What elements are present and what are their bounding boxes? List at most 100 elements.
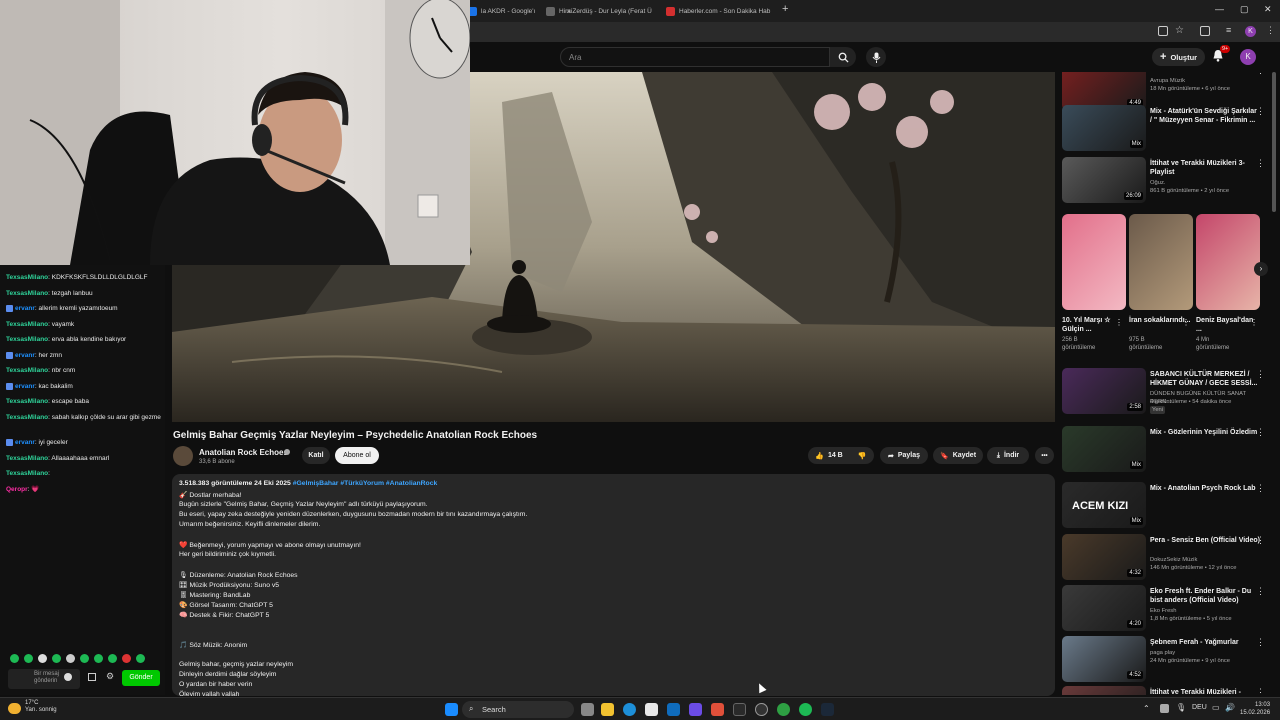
recommended-channel[interactable]: Oğuz. xyxy=(1150,179,1265,187)
chat-username[interactable]: TexsasMilano xyxy=(6,367,48,374)
emote-icon[interactable] xyxy=(80,654,89,663)
more-options-icon[interactable]: ⋮ xyxy=(1256,535,1265,546)
short-thumbnail[interactable] xyxy=(1129,214,1193,310)
more-options-icon[interactable]: ⋮ xyxy=(1256,427,1265,438)
weather-icon[interactable] xyxy=(8,703,21,714)
terminal-icon[interactable] xyxy=(733,703,746,716)
chat-username[interactable]: TexsasMilano xyxy=(6,414,48,421)
recommended-title[interactable]: Mix - Gözlerinin Yeşilini Özledim xyxy=(1150,428,1260,437)
emote-icon[interactable] xyxy=(10,654,19,663)
settings-gear-icon[interactable]: ⚙ xyxy=(106,671,114,682)
chat-username[interactable]: Qeropr xyxy=(6,486,28,493)
page-scrollbar[interactable] xyxy=(1272,72,1276,212)
maximize-icon[interactable]: ▢ xyxy=(1240,4,1249,15)
app-icon[interactable] xyxy=(755,703,768,716)
more-options-icon[interactable]: ⋮ xyxy=(1115,318,1123,327)
mic-tray-icon[interactable]: 🎙 xyxy=(1176,703,1186,712)
more-options-icon[interactable]: ⋮ xyxy=(1256,586,1265,597)
video-thumbnail[interactable] xyxy=(1062,686,1146,695)
discord-icon[interactable] xyxy=(689,703,702,716)
account-avatar[interactable]: K xyxy=(1240,49,1256,65)
search-button[interactable] xyxy=(830,47,856,67)
chat-username[interactable]: TexsasMilano xyxy=(6,274,48,281)
file-explorer-icon[interactable] xyxy=(601,703,614,716)
video-thumbnail[interactable]: 26:09 xyxy=(1062,157,1146,203)
more-options-icon[interactable]: ⋮ xyxy=(1256,483,1265,494)
system-clock[interactable]: 13:03 15.02.2026 xyxy=(1240,701,1270,717)
emote-icon[interactable] xyxy=(38,654,47,663)
channel-name[interactable]: Anatolian Rock Echoes xyxy=(199,448,288,457)
recommended-channel[interactable]: Eko Fresh xyxy=(1150,607,1265,615)
recommended-title[interactable]: Mix - Anatolian Psych Rock Lab xyxy=(1150,484,1260,493)
emote-icon[interactable] xyxy=(122,654,131,663)
recommended-channel[interactable]: DokuzSekiz Müzik xyxy=(1150,556,1265,564)
emoji-picker-icon[interactable] xyxy=(64,673,72,681)
chat-username[interactable]: TexsasMilano xyxy=(6,470,48,477)
emote-icon[interactable] xyxy=(24,654,33,663)
short-thumbnail[interactable] xyxy=(1062,214,1126,310)
more-options-icon[interactable]: ⋮ xyxy=(1256,369,1265,380)
browser-tab[interactable]: Haberler.com - Son Dakika Hab× xyxy=(660,3,775,20)
more-options-icon[interactable]: ⋮ xyxy=(1256,637,1265,648)
recommended-title[interactable]: SABANCI KÜLTÜR MERKEZİ / HİKMET GÜNAY / … xyxy=(1150,370,1260,388)
video-thumbnail[interactable]: 4:20 xyxy=(1062,585,1146,631)
recommended-title[interactable]: Şebnem Ferah - Yağmurlar xyxy=(1150,638,1260,647)
recommended-title[interactable]: Eko Fresh ft. Ender Balkır - Du bist and… xyxy=(1150,587,1260,605)
video-thumbnail[interactable]: 4:32 xyxy=(1062,534,1146,580)
more-actions-button[interactable]: ••• xyxy=(1035,447,1054,464)
recommended-title[interactable]: Mix - Atatürk'ün Sevdiği Şarkılar / " Mü… xyxy=(1150,107,1260,125)
join-button[interactable]: Katıl xyxy=(302,447,330,464)
voice-search-button[interactable] xyxy=(866,47,886,67)
chat-username[interactable]: ervanr xyxy=(15,383,35,390)
tray-overflow-icon[interactable]: ⌃ xyxy=(1143,704,1150,713)
chat-username[interactable]: ervanr xyxy=(15,305,35,312)
spotify-icon[interactable] xyxy=(799,703,812,716)
steam-icon[interactable] xyxy=(821,703,834,716)
edge-browser-icon[interactable] xyxy=(623,703,636,716)
shorts-next-arrow-icon[interactable]: › xyxy=(1254,262,1268,276)
video-description[interactable]: 3.518.383 görüntüleme 24 Eki 2025 #Gelmi… xyxy=(172,474,1055,696)
store-icon[interactable] xyxy=(645,703,658,716)
minimize-icon[interactable]: — xyxy=(1215,4,1224,14)
windows-start-icon[interactable] xyxy=(445,703,458,716)
more-options-icon[interactable]: ⋮ xyxy=(1256,687,1265,695)
video-thumbnail[interactable]: 2:58 xyxy=(1062,368,1146,414)
dislike-button[interactable]: 👎 xyxy=(850,447,874,464)
close-window-icon[interactable]: ✕ xyxy=(1264,4,1272,15)
extensions-icon[interactable] xyxy=(1200,26,1210,36)
language-indicator[interactable]: DEU xyxy=(1192,704,1207,711)
network-icon[interactable]: ▭ xyxy=(1212,703,1220,712)
video-thumbnail[interactable]: Mix xyxy=(1062,426,1146,472)
more-options-icon[interactable]: ⋮ xyxy=(1250,318,1258,327)
emote-icon[interactable] xyxy=(66,654,75,663)
like-button[interactable]: 👍 14 B xyxy=(808,447,850,464)
browser-tab[interactable]: HiraiZerdüş - Dur Leyla (Ferat Ü× xyxy=(540,3,655,20)
chat-username[interactable]: TexsasMilano xyxy=(6,290,48,297)
tray-app-icon[interactable] xyxy=(1160,704,1169,713)
recommended-title[interactable]: İttihat ve Terakki Müzikleri - xyxy=(1150,688,1260,695)
recommended-channel[interactable]: paga play xyxy=(1150,649,1265,657)
bookmark-star-icon[interactable]: ☆ xyxy=(1175,25,1184,36)
weather-widget[interactable]: 17°C Yarı. sonnig xyxy=(25,700,57,714)
recommended-channel[interactable]: Avrupa Müzik xyxy=(1150,77,1265,85)
taskbar-search[interactable]: ⌕ Search xyxy=(462,701,574,718)
menu-icon[interactable]: ⋮ xyxy=(1266,25,1275,36)
chat-username[interactable]: TexsasMilano xyxy=(6,321,48,328)
subscribe-button[interactable]: Abone ol xyxy=(335,447,379,464)
chat-username[interactable]: TexsasMilano xyxy=(6,455,48,462)
emote-icon[interactable] xyxy=(136,654,145,663)
chrome-icon[interactable] xyxy=(777,703,790,716)
send-button[interactable]: Gönder xyxy=(122,670,160,686)
more-options-icon[interactable]: ⋮ xyxy=(1256,106,1265,117)
chat-username[interactable]: ervanr xyxy=(15,439,35,446)
downloads-icon[interactable]: ≡ xyxy=(1226,25,1231,35)
new-tab-button[interactable]: + xyxy=(782,3,788,15)
short-title[interactable]: Deniz Baysal'dan ... xyxy=(1196,316,1258,334)
chat-username[interactable]: TexsasMilano xyxy=(6,336,48,343)
profile-avatar[interactable]: K xyxy=(1245,26,1256,37)
task-view-icon[interactable] xyxy=(581,703,594,716)
more-options-icon[interactable]: ⋮ xyxy=(1256,72,1265,76)
cast-icon[interactable] xyxy=(1158,26,1168,36)
share-button[interactable]: ➦ Paylaş xyxy=(880,447,928,464)
obs-icon[interactable] xyxy=(711,703,724,716)
